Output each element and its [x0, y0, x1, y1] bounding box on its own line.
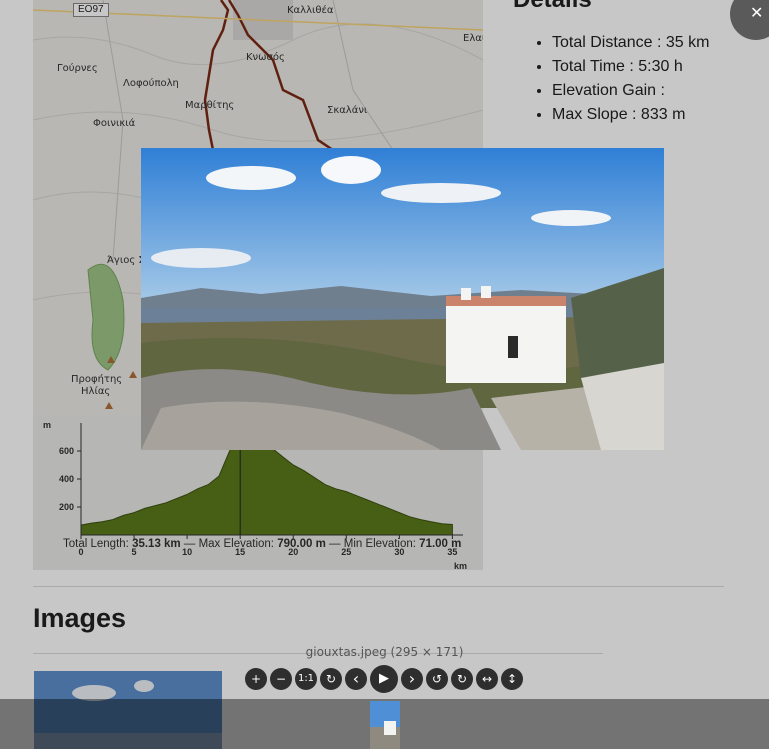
- play-button[interactable]: ▶: [370, 665, 398, 693]
- plus-icon: +: [250, 672, 262, 686]
- chevron-right-icon: ›: [408, 669, 416, 688]
- play-icon: ▶: [379, 671, 389, 686]
- flip-horizontal-icon: ↔: [481, 672, 493, 686]
- chapel-photo: [141, 148, 664, 450]
- next-button[interactable]: ›: [401, 668, 423, 690]
- rotate-right-button[interactable]: ↻: [451, 668, 473, 690]
- one-to-one-icon: 1:1: [297, 673, 315, 684]
- minus-icon: −: [275, 672, 287, 686]
- image-caption: giouxtas.jpeg (295 × 171): [305, 645, 464, 659]
- reset-button[interactable]: ↻: [320, 668, 342, 690]
- zoom-out-button[interactable]: −: [270, 668, 292, 690]
- close-icon: ✕: [750, 5, 764, 22]
- flip-vertical-icon: ↕: [506, 672, 518, 686]
- zoom-in-button[interactable]: +: [245, 668, 267, 690]
- navbar-thumbnail-image: [370, 701, 400, 749]
- one-to-one-button[interactable]: 1:1: [295, 668, 317, 690]
- navbar-thumbnail[interactable]: [370, 701, 400, 749]
- rotate-right-icon: ↻: [456, 672, 468, 686]
- rotate-left-button[interactable]: ↺: [426, 668, 448, 690]
- lightbox-image[interactable]: [141, 148, 664, 450]
- flip-horizontal-button[interactable]: ↔: [476, 668, 498, 690]
- prev-button[interactable]: ‹: [345, 668, 367, 690]
- chevron-left-icon: ‹: [352, 669, 360, 688]
- flip-vertical-button[interactable]: ↕: [501, 668, 523, 690]
- rotate-left-icon: ↺: [431, 672, 443, 686]
- reset-icon: ↻: [325, 672, 337, 686]
